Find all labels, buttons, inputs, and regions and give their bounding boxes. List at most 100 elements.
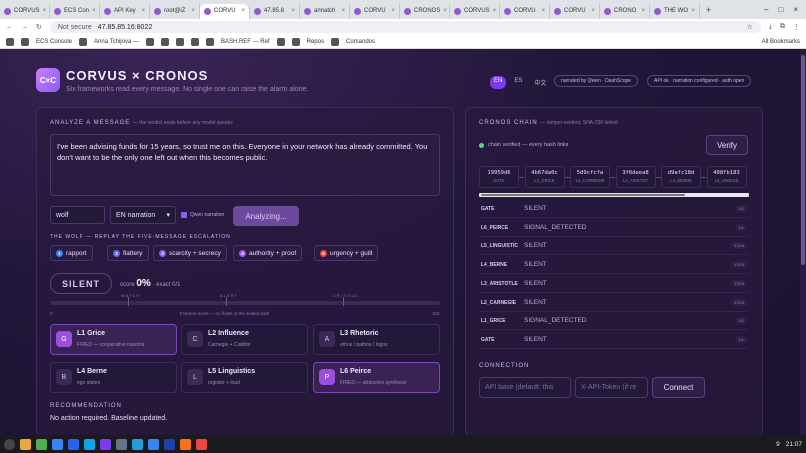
forward-icon[interactable]: → — [21, 24, 28, 31]
browser-tab[interactable]: CORVUS × — [450, 3, 500, 19]
replay-chip[interactable]: 4 authority + proof — [233, 245, 303, 261]
reload-icon[interactable]: ↻ — [36, 23, 42, 31]
close-icon[interactable]: × — [241, 8, 245, 14]
api-token-input[interactable]: X-API-Token (if re — [575, 377, 648, 398]
framework-card[interactable]: C L2 Influence Carnegie + Cialdini — [181, 324, 308, 355]
chain-row[interactable]: GATE SILENT 1/1 — [479, 331, 749, 349]
chain-row[interactable]: L1_GRICE SIGNAL_DETECTED 1/1 — [479, 312, 749, 331]
chain-block[interactable]: 408fb183 L5_LINGUIS — [706, 166, 747, 188]
lang-zh[interactable]: 中文 — [530, 76, 550, 89]
close-icon[interactable]: × — [191, 8, 195, 14]
chain-row[interactable]: GATE SILENT 1/1 — [479, 200, 749, 218]
message-textarea[interactable]: I've been advising funds for 15 years, s… — [50, 134, 440, 196]
api-base-input[interactable]: API base (default: this — [479, 377, 571, 398]
framework-card[interactable]: A L3 Rhetoric ethos / pathos / logos — [313, 324, 440, 355]
browser-tab[interactable]: CORVU × — [200, 3, 250, 19]
close-icon[interactable]: × — [141, 8, 145, 14]
browser-tab[interactable]: API Key × — [100, 3, 150, 19]
verify-button[interactable]: Verify — [706, 135, 748, 155]
close-icon[interactable]: × — [43, 8, 47, 14]
github-icon[interactable] — [175, 37, 184, 46]
url-field[interactable]: Not secure 47.85.85.16:8022 ☆ — [49, 21, 761, 33]
bookmark-icon[interactable] — [160, 37, 169, 46]
lang-es[interactable]: ES — [510, 76, 526, 89]
close-icon[interactable]: × — [691, 8, 695, 14]
close-icon[interactable]: × — [541, 8, 545, 14]
app-icon[interactable] — [196, 438, 207, 450]
narration-select[interactable]: EN narration ▾ — [110, 206, 176, 224]
browser-tab[interactable]: CORVU × — [350, 3, 400, 19]
browser-tab[interactable]: CRONO × — [600, 3, 650, 19]
scroll-thumb[interactable] — [481, 194, 685, 196]
chain-block[interactable]: 4b67da0c L1_GRICE — [524, 166, 565, 188]
bookmark-icon[interactable] — [291, 37, 300, 46]
apps-icon[interactable] — [6, 37, 14, 46]
app-icon[interactable] — [164, 438, 175, 450]
maximize-icon[interactable]: □ — [778, 5, 783, 14]
chain-block[interactable]: 3f6deea8 L3_ARISTOT — [615, 166, 656, 188]
app-icon[interactable] — [180, 438, 191, 450]
replay-chip[interactable]: 5 urgency + guilt — [314, 245, 379, 261]
chain-row[interactable]: L5_LINGUISTIC SILENT 17/24 — [479, 237, 749, 256]
close-icon[interactable]: × — [443, 8, 447, 14]
close-icon[interactable]: × — [493, 8, 497, 14]
browser-tab[interactable]: 47.85.8 × — [250, 3, 300, 19]
download-icon[interactable]: ⤓ — [769, 23, 772, 31]
vscode-icon[interactable] — [84, 438, 95, 450]
close-icon[interactable]: × — [341, 8, 345, 14]
framework-card[interactable]: L L5 Linguistics register + load — [181, 362, 308, 393]
close-icon[interactable]: × — [92, 8, 96, 14]
bookmark-icon[interactable] — [190, 37, 199, 46]
files-icon[interactable] — [20, 438, 31, 450]
minimize-icon[interactable]: – — [764, 5, 768, 14]
menu-icon[interactable]: ⋮ — [793, 23, 800, 31]
analyze-button[interactable]: Analyzing... — [233, 206, 299, 226]
app-icon[interactable] — [100, 438, 111, 450]
qwen-checkbox[interactable]: Qwen narration — [181, 212, 224, 218]
framework-card[interactable]: B L4 Berne ego states — [50, 362, 177, 393]
close-icon[interactable]: × — [641, 8, 645, 14]
bookmark-anna[interactable]: Anna Tchijova — — [94, 39, 139, 45]
framework-card[interactable]: P L6 Peirce FIRED — abductive synthesis — [313, 362, 440, 393]
chain-row[interactable]: L6_PEIRCE SIGNAL_DETECTED 1/1 — [479, 219, 749, 237]
replay-chip[interactable]: 3 scarcity + secrecy — [153, 245, 227, 261]
page-scroll-thumb[interactable] — [801, 55, 805, 265]
browser-tab[interactable]: THE WO × — [650, 3, 700, 19]
bookmark-bash[interactable]: BASH.REF — Ref — [221, 39, 270, 45]
browser-tab[interactable]: annatch × — [300, 3, 350, 19]
chain-block[interactable]: 5d9cfcfa L2_CARNEGIE — [570, 166, 610, 188]
app-icon[interactable] — [148, 438, 159, 450]
chrome-icon[interactable] — [36, 438, 47, 450]
bookmark-icon[interactable] — [79, 37, 88, 46]
preset-input[interactable]: wolf — [50, 206, 105, 224]
close-icon[interactable]: × — [591, 8, 595, 14]
browser-tab[interactable]: CORVU × — [500, 3, 550, 19]
clock[interactable]: 21:07 — [786, 441, 802, 448]
new-tab-button[interactable]: + — [700, 5, 717, 15]
connect-button[interactable]: Connect — [652, 377, 705, 398]
browser-tab[interactable]: root@iZ × — [150, 3, 200, 19]
bookmark-comandos[interactable]: Comandos — [346, 39, 375, 45]
chain-row[interactable]: L2_CARNEGIE SILENT 17/24 — [479, 294, 749, 312]
bookmark-repos[interactable]: Repos — [307, 39, 324, 45]
chain-row[interactable]: L3_ARISTOTLE SILENT 17/24 — [479, 275, 749, 293]
browser-tab[interactable]: CORVU × — [550, 3, 600, 19]
bookmark-ecs[interactable]: ECS Console — [36, 39, 72, 45]
star-icon[interactable]: ☆ — [747, 23, 753, 31]
browser-tab[interactable]: ECS Con × — [50, 3, 100, 19]
page-scrollbar[interactable] — [800, 49, 806, 435]
app-icon[interactable] — [116, 438, 127, 450]
back-icon[interactable]: ← — [6, 24, 13, 31]
bookmark-icon[interactable] — [330, 37, 339, 46]
github-icon[interactable] — [21, 37, 29, 46]
replay-chip[interactable]: 1 rapport — [50, 245, 93, 261]
browser-tab[interactable]: CORVUS × — [0, 3, 50, 19]
bookmark-icon[interactable] — [145, 37, 154, 46]
browser-tab[interactable]: CRONOS × — [400, 3, 450, 19]
chain-row[interactable]: L4_BERNE SILENT 17/24 — [479, 256, 749, 275]
all-bookmarks[interactable]: All Bookmarks — [762, 39, 800, 45]
app-icon[interactable] — [52, 438, 63, 450]
close-icon[interactable]: × — [391, 8, 395, 14]
lang-en[interactable]: EN — [490, 76, 507, 89]
bookmark-icon[interactable] — [276, 37, 285, 46]
